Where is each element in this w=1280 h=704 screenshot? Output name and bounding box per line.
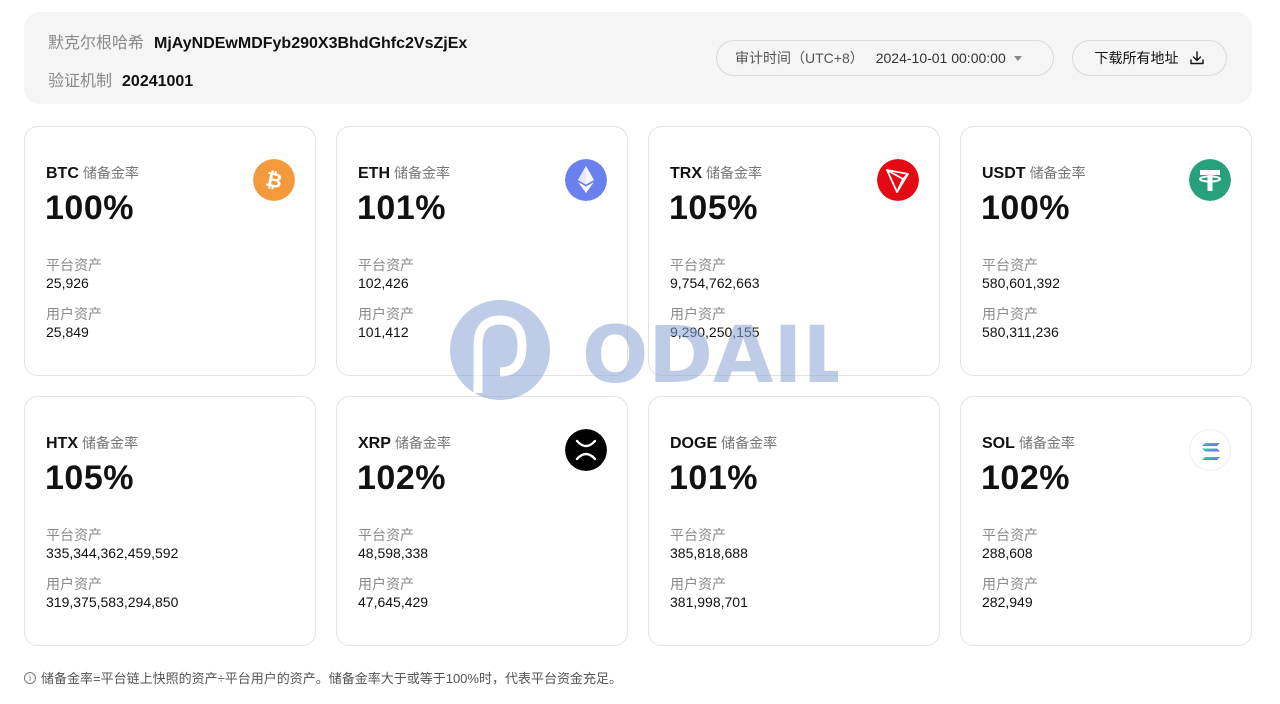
footnote: i 储备金率=平台链上快照的资产÷平台用户的资产。储备金率大于或等于100%时，… (24, 668, 622, 687)
reserve-card-htx: HTX 储备金率 105% 平台资产 335,344,362,459,592 用户… (24, 396, 316, 646)
reserve-card-btc: BTC 储备金率 100% 平台资产 25,926 用户资产 25,849 ₿ (24, 126, 316, 376)
platform-assets-label: 平台资产 (982, 527, 1038, 543)
reserve-ratio: 105% (669, 189, 758, 227)
download-addresses-button[interactable]: 下载所有地址 (1072, 40, 1227, 76)
card-title: USDT 储备金率 (982, 163, 1086, 183)
reserve-ratio: 100% (981, 189, 1070, 227)
platform-assets-label: 平台资产 (358, 257, 414, 273)
verification-label: 验证机制 (48, 73, 113, 90)
user-assets-label: 用户资产 (670, 306, 726, 322)
card-title: HTX 储备金率 (46, 433, 138, 453)
reserve-ratio: 102% (357, 459, 446, 497)
reserve-card-xrp: XRP 储备金率 102% 平台资产 48,598,338 用户资产 47,645… (336, 396, 628, 646)
reserve-card-sol: SOL 储备金率 102% 平台资产 288,608 用户资产 282,949 (960, 396, 1252, 646)
verification-value: 20241001 (122, 73, 194, 90)
platform-assets-label: 平台资产 (46, 257, 102, 273)
card-title: XRP 储备金率 (358, 433, 451, 453)
platform-assets-value: 9,754,762,663 (670, 275, 760, 291)
ratio-label: 储备金率 (394, 165, 450, 181)
reserve-ratio: 102% (981, 459, 1070, 497)
solana-icon (1189, 429, 1231, 471)
audit-time-value: 2024-10-01 00:00:00 (875, 50, 1006, 66)
chevron-down-icon (1013, 55, 1022, 61)
platform-assets-label: 平台资产 (982, 257, 1038, 273)
user-assets-value: 9,290,250,155 (670, 324, 760, 340)
user-assets-label: 用户资产 (46, 306, 102, 322)
platform-assets-label: 平台资产 (46, 527, 102, 543)
merkle-root-label: 默克尔根哈希 (48, 35, 145, 52)
card-title: SOL 储备金率 (982, 433, 1075, 453)
ratio-label: 储备金率 (721, 435, 778, 451)
xrp-icon (565, 429, 607, 471)
reserve-card-eth: ETH 储备金率 101% 平台资产 102,426 用户资产 101,412 (336, 126, 628, 376)
platform-assets-value: 385,818,688 (670, 545, 748, 561)
ratio-label: 储备金率 (706, 165, 762, 181)
merkle-root-row: 默克尔根哈希 MjAyNDEwMDFyb290X3BhdGhfc2VsZjEx (48, 29, 467, 53)
audit-time-label: 审计时间（UTC+8） (735, 50, 864, 66)
info-icon: i (24, 671, 36, 684)
tron-icon (877, 159, 919, 201)
user-assets-value: 282,949 (982, 594, 1033, 610)
platform-assets-value: 335,344,362,459,592 (46, 545, 179, 561)
user-assets-value: 101,412 (358, 324, 409, 340)
download-icon (1189, 51, 1204, 65)
user-assets-label: 用户资产 (46, 576, 102, 592)
ratio-label: 储备金率 (394, 435, 451, 451)
reserve-ratio: 101% (669, 459, 758, 497)
coin-symbol: ETH (358, 165, 390, 182)
ratio-label: 储备金率 (1029, 165, 1086, 181)
card-title: TRX 储备金率 (670, 163, 762, 183)
footnote-text: 储备金率=平台链上快照的资产÷平台用户的资产。储备金率大于或等于100%时，代表… (41, 671, 622, 686)
ratio-label: 储备金率 (82, 165, 139, 181)
header-bar: 默克尔根哈希 MjAyNDEwMDFyb290X3BhdGhfc2VsZjEx … (24, 12, 1252, 104)
user-assets-label: 用户资产 (982, 306, 1038, 322)
platform-assets-label: 平台资产 (670, 527, 726, 543)
user-assets-value: 381,998,701 (670, 594, 748, 610)
reserve-ratio: 105% (45, 459, 134, 497)
user-assets-label: 用户资产 (670, 576, 726, 592)
coin-symbol: USDT (982, 165, 1026, 182)
audit-time-select[interactable]: 审计时间（UTC+8） 2024-10-01 00:00:00 (716, 40, 1054, 76)
verification-row: 验证机制 20241001 (48, 67, 193, 91)
coin-symbol: SOL (982, 435, 1015, 452)
download-button-label: 下载所有地址 (1094, 50, 1179, 66)
platform-assets-value: 48,598,338 (358, 545, 429, 561)
user-assets-value: 319,375,583,294,850 (46, 594, 179, 610)
coin-symbol: BTC (46, 165, 79, 182)
user-assets-label: 用户资产 (358, 306, 414, 322)
tether-icon (1189, 159, 1231, 201)
user-assets-value: 25,849 (46, 324, 89, 340)
card-title: ETH 储备金率 (358, 163, 450, 183)
coin-symbol: TRX (670, 165, 702, 182)
ratio-label: 储备金率 (82, 435, 138, 451)
card-title: DOGE 储备金率 (670, 433, 777, 453)
reserve-ratio: 101% (357, 189, 446, 227)
reserve-card-trx: TRX 储备金率 105% 平台资产 9,754,762,663 用户资产 9,2… (648, 126, 940, 376)
reserve-card-doge: DOGE 储备金率 101% 平台资产 385,818,688 用户资产 381,… (648, 396, 940, 646)
platform-assets-label: 平台资产 (358, 527, 414, 543)
reserve-card-usdt: USDT 储备金率 100% 平台资产 580,601,392 用户资产 580,… (960, 126, 1252, 376)
user-assets-value: 47,645,429 (358, 594, 429, 610)
reserve-ratio: 100% (45, 189, 134, 227)
coin-symbol: DOGE (670, 435, 718, 452)
user-assets-label: 用户资产 (358, 576, 414, 592)
ethereum-icon (565, 159, 607, 201)
ratio-label: 储备金率 (1018, 435, 1075, 451)
platform-assets-value: 580,601,392 (982, 275, 1060, 291)
platform-assets-value: 25,926 (46, 275, 89, 291)
platform-assets-label: 平台资产 (670, 257, 726, 273)
user-assets-label: 用户资产 (982, 576, 1038, 592)
platform-assets-value: 288,608 (982, 545, 1033, 561)
coin-symbol: XRP (358, 435, 391, 452)
card-title: BTC 储备金率 (46, 163, 139, 183)
user-assets-value: 580,311,236 (982, 324, 1059, 340)
platform-assets-value: 102,426 (358, 275, 409, 291)
coin-symbol: HTX (46, 435, 78, 452)
bitcoin-icon: ₿ (253, 159, 295, 201)
merkle-root-value: MjAyNDEwMDFyb290X3BhdGhfc2VsZjEx (154, 35, 468, 52)
